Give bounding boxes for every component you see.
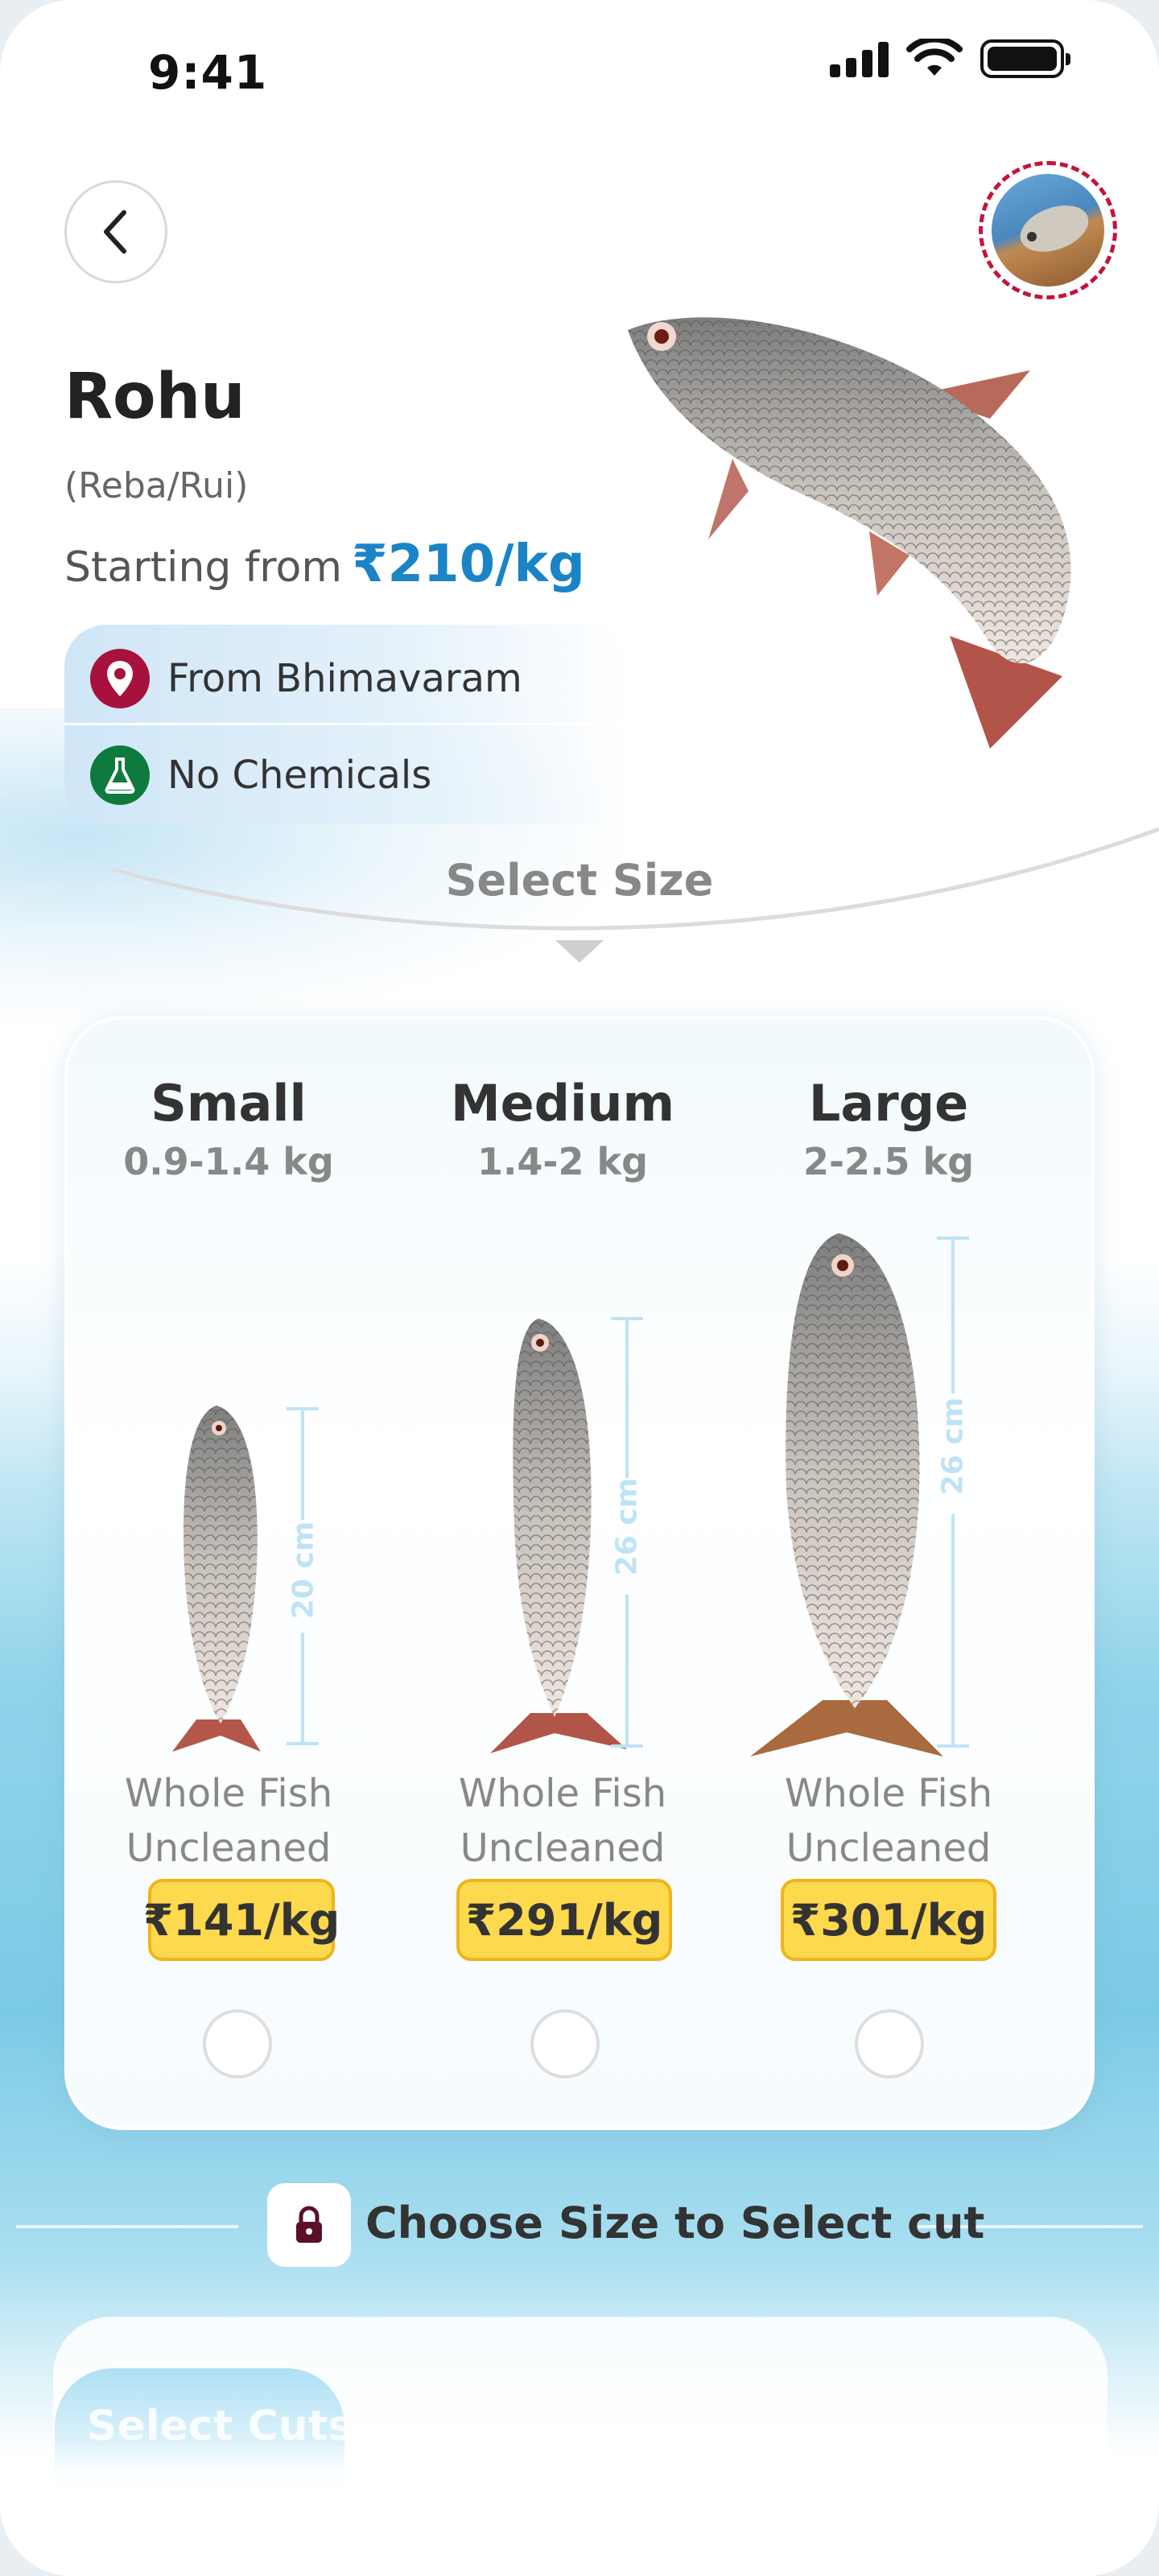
select-size-heading: Select Size — [445, 855, 714, 906]
tag-origin-label: From Bhimavaram — [167, 656, 522, 701]
size-weight: 2-2.5 kg — [802, 1140, 975, 1183]
choose-size-prompt: Choose Size to Select cut — [365, 2198, 985, 2248]
battery-icon — [980, 39, 1070, 78]
status-icons — [830, 39, 1070, 79]
divider-line-left — [16, 2225, 238, 2228]
large-fish-image — [750, 1233, 943, 1757]
size-radio-large[interactable] — [855, 2009, 924, 2079]
lock-icon — [296, 2206, 322, 2243]
size-desc-line2: Uncleaned — [126, 1826, 332, 1871]
size-price-badge: ₹141/kg — [143, 1879, 340, 1961]
size-radio-small[interactable] — [203, 2009, 272, 2079]
status-time: 9:41 — [148, 45, 268, 100]
avatar — [992, 174, 1104, 287]
starting-price-label: Starting from — [64, 543, 342, 592]
wifi-icon — [906, 39, 963, 76]
size-desc-line2: Uncleaned — [460, 1826, 666, 1871]
starting-price: ₹210/kg — [351, 535, 585, 594]
size-price-badge: ₹301/kg — [781, 1879, 996, 1961]
size-option-large[interactable]: Large 2-2.5 kg 26 cm Whole Fish Uncleane… — [728, 1019, 1050, 2127]
size-description: Whole Fish Uncleaned — [402, 1766, 724, 1876]
size-option-small[interactable]: Small 0.9-1.4 kg 20 cm Whole Fish Unclea… — [68, 1019, 390, 2127]
size-description: Whole Fish Uncleaned — [728, 1766, 1050, 1876]
size-weight: 0.9-1.4 kg — [123, 1140, 334, 1183]
size-option-medium[interactable]: Medium 1.4-2 kg 26 cm Whole Fish Unclean… — [402, 1019, 724, 2127]
profile-avatar-button[interactable] — [979, 161, 1117, 299]
flask-icon — [90, 745, 150, 805]
length-label: 26 cm — [610, 1477, 644, 1576]
size-weight: 1.4-2 kg — [476, 1140, 649, 1183]
tag-no-chemicals-label: No Chemicals — [167, 753, 432, 798]
size-description: Whole Fish Uncleaned — [68, 1766, 390, 1876]
location-pin-icon — [90, 649, 150, 708]
small-fish-image — [172, 1406, 261, 1752]
bottom-fade — [0, 2439, 1159, 2576]
product-title: Rohu — [64, 361, 245, 433]
size-name: Medium — [450, 1074, 675, 1133]
tag-no-chemicals: No Chemicals — [90, 745, 431, 805]
product-tags: From Bhimavaram No Chemicals — [64, 625, 628, 824]
product-alt-names: (Reba/Rui) — [64, 465, 249, 506]
size-radio-medium[interactable] — [530, 2009, 600, 2079]
tag-origin: From Bhimavaram — [90, 649, 522, 708]
size-desc-line2: Uncleaned — [786, 1826, 992, 1871]
length-label: 26 cm — [936, 1397, 970, 1496]
size-name: Large — [808, 1074, 969, 1133]
chevron-left-icon — [104, 210, 126, 254]
app-screen: 9:41 Rohu (Reba/Rui) Starting from ₹210/… — [0, 0, 1159, 2576]
size-price-badge: ₹291/kg — [456, 1879, 672, 1961]
length-label: 20 cm — [287, 1521, 320, 1620]
tag-divider — [64, 723, 628, 725]
hero-fish-image — [628, 317, 1071, 749]
size-desc-line1: Whole Fish — [458, 1771, 667, 1816]
size-options-card: Small 0.9-1.4 kg 20 cm Whole Fish Unclea… — [64, 1016, 1095, 2130]
starting-price-line: Starting from ₹210/kg — [64, 535, 585, 594]
lock-badge — [267, 2183, 351, 2267]
cellular-signal-icon — [830, 40, 889, 77]
size-desc-line1: Whole Fish — [124, 1771, 333, 1816]
size-desc-line1: Whole Fish — [784, 1771, 993, 1816]
size-name: Small — [151, 1074, 307, 1133]
back-button[interactable] — [64, 180, 167, 283]
